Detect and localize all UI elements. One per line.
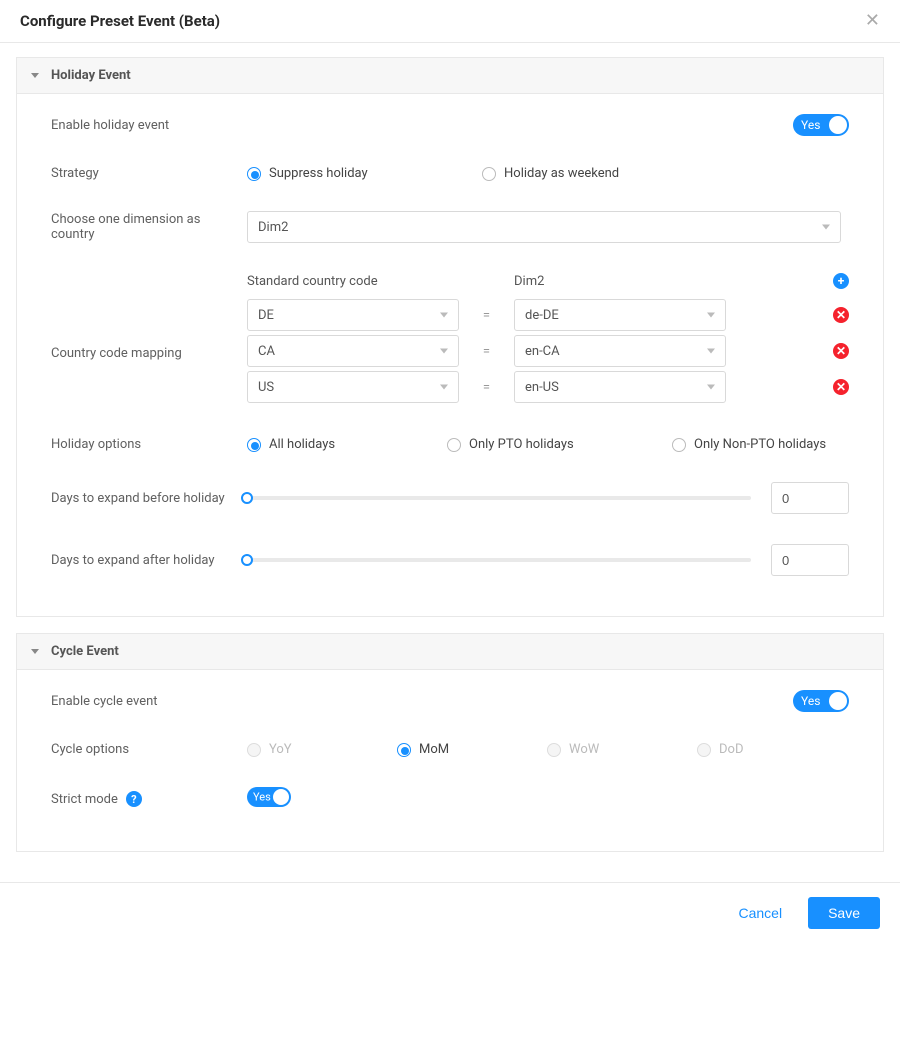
remove-mapping-icon[interactable]: ✕: [833, 307, 849, 323]
modal-title: Configure Preset Event (Beta): [20, 12, 220, 30]
mapping-value-select[interactable]: en-CA: [514, 335, 726, 367]
panel-cycle-header[interactable]: Cycle Event: [17, 634, 883, 670]
configure-preset-event-modal: Configure Preset Event (Beta) ✕ Holiday …: [0, 0, 900, 943]
remove-mapping-icon[interactable]: ✕: [833, 379, 849, 395]
close-icon[interactable]: ✕: [865, 12, 880, 30]
cycle-options-group: YoY MoM WoW: [247, 742, 849, 757]
expand-before-slider[interactable]: [247, 496, 751, 500]
dimension-label: Choose one dimension as country: [51, 212, 247, 242]
strict-mode-toggle[interactable]: Yes: [247, 787, 291, 807]
panel-holiday-event: Holiday Event Enable holiday event Yes S…: [16, 57, 884, 617]
strategy-label: Strategy: [51, 166, 247, 181]
holiday-nonpto-radio[interactable]: Only Non-PTO holidays: [672, 437, 826, 452]
strict-mode-label: Strict mode: [51, 792, 118, 807]
remove-mapping-icon[interactable]: ✕: [833, 343, 849, 359]
strategy-suppress-radio[interactable]: Suppress holiday: [247, 166, 482, 181]
enable-holiday-label: Enable holiday event: [51, 118, 247, 133]
equals-icon: =: [459, 344, 514, 359]
holiday-all-radio[interactable]: All holidays: [247, 437, 447, 452]
mapping-row: DE = de-DE ✕: [247, 299, 849, 331]
chevron-down-icon: [31, 649, 39, 654]
radio-icon: [397, 743, 411, 757]
radio-icon: [482, 167, 496, 181]
expand-after-slider[interactable]: [247, 558, 751, 562]
modal-header: Configure Preset Event (Beta) ✕: [0, 0, 900, 43]
cycle-wow-radio: WoW: [547, 742, 697, 757]
radio-icon: [697, 743, 711, 757]
enable-cycle-toggle[interactable]: Yes: [793, 690, 849, 712]
cycle-dod-radio: DoD: [697, 742, 847, 757]
cycle-options-label: Cycle options: [51, 742, 247, 757]
dimension-select[interactable]: Dim2: [247, 211, 841, 243]
slider-thumb[interactable]: [241, 554, 253, 566]
mapping-header-left: Standard country code: [247, 274, 459, 289]
panel-holiday-title: Holiday Event: [51, 68, 131, 83]
holiday-options-label: Holiday options: [51, 437, 247, 452]
expand-before-input[interactable]: [771, 482, 849, 514]
modal-footer: Cancel Save: [0, 882, 900, 943]
equals-icon: =: [459, 308, 514, 323]
chevron-down-icon: [31, 73, 39, 78]
panel-cycle-event: Cycle Event Enable cycle event Yes Cycle…: [16, 633, 884, 852]
mapping-row: CA = en-CA ✕: [247, 335, 849, 367]
radio-icon: [547, 743, 561, 757]
cycle-mom-radio[interactable]: MoM: [397, 742, 547, 757]
radio-icon: [247, 743, 261, 757]
radio-icon: [247, 167, 261, 181]
mapping-code-select[interactable]: US: [247, 371, 459, 403]
slider-thumb[interactable]: [241, 492, 253, 504]
mapping-header: Standard country code Dim2 +: [247, 273, 849, 289]
mapping-header-right: Dim2: [514, 274, 726, 289]
enable-cycle-label: Enable cycle event: [51, 694, 247, 709]
cycle-yoy-radio: YoY: [247, 742, 397, 757]
mapping-code-select[interactable]: DE: [247, 299, 459, 331]
holiday-options-group: All holidays Only PTO holidays Only Non-…: [247, 437, 849, 452]
enable-holiday-toggle[interactable]: Yes: [793, 114, 849, 136]
help-icon[interactable]: ?: [126, 791, 142, 807]
add-mapping-icon[interactable]: +: [833, 273, 849, 289]
mapping-value-select[interactable]: de-DE: [514, 299, 726, 331]
strategy-weekend-radio[interactable]: Holiday as weekend: [482, 166, 619, 181]
radio-icon: [672, 438, 686, 452]
expand-after-input[interactable]: [771, 544, 849, 576]
expand-after-label: Days to expand after holiday: [51, 553, 247, 568]
mapping-value-select[interactable]: en-US: [514, 371, 726, 403]
panel-cycle-title: Cycle Event: [51, 644, 119, 659]
panel-holiday-header[interactable]: Holiday Event: [17, 58, 883, 94]
strategy-radio-group: Suppress holiday Holiday as weekend: [247, 166, 849, 181]
mapping-code-select[interactable]: CA: [247, 335, 459, 367]
expand-before-label: Days to expand before holiday: [51, 491, 247, 506]
radio-icon: [247, 438, 261, 452]
equals-icon: =: [459, 380, 514, 395]
radio-icon: [447, 438, 461, 452]
holiday-pto-radio[interactable]: Only PTO holidays: [447, 437, 672, 452]
save-button[interactable]: Save: [808, 897, 880, 929]
cancel-button[interactable]: Cancel: [732, 904, 788, 922]
mapping-label: Country code mapping: [51, 337, 247, 369]
mapping-row: US = en-US ✕: [247, 371, 849, 403]
